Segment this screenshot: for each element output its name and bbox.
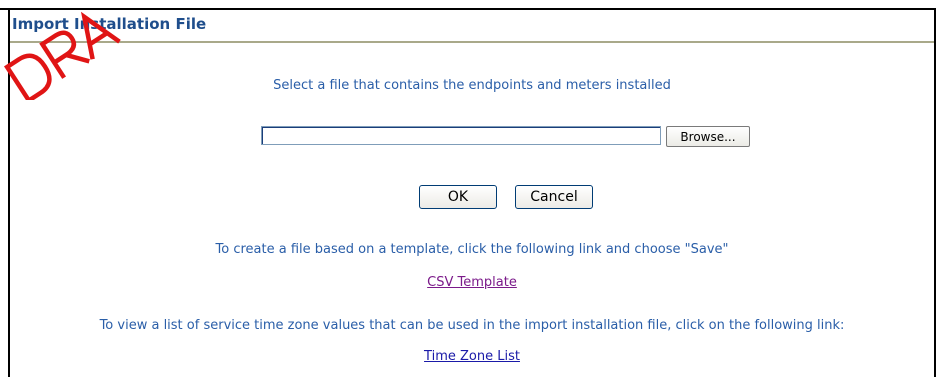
template-instruction: To create a file based on a template, cl… <box>215 242 729 257</box>
timezone-instruction: To view a list of service time zone valu… <box>99 318 845 333</box>
timezone-list-link[interactable]: Time Zone List <box>424 349 520 364</box>
csv-template-link-row: CSV Template <box>10 275 934 290</box>
file-path-input[interactable] <box>261 126 661 145</box>
browse-button[interactable]: Browse... <box>666 126 750 147</box>
timezone-link-row: Time Zone List <box>10 349 934 364</box>
file-instruction: Select a file that contains the endpoint… <box>273 78 671 93</box>
csv-template-link[interactable]: CSV Template <box>427 275 517 290</box>
page-title: Import Installation File <box>12 15 207 33</box>
header-divider <box>10 41 934 43</box>
cancel-button[interactable]: Cancel <box>515 185 593 209</box>
ok-button[interactable]: OK <box>419 185 497 209</box>
